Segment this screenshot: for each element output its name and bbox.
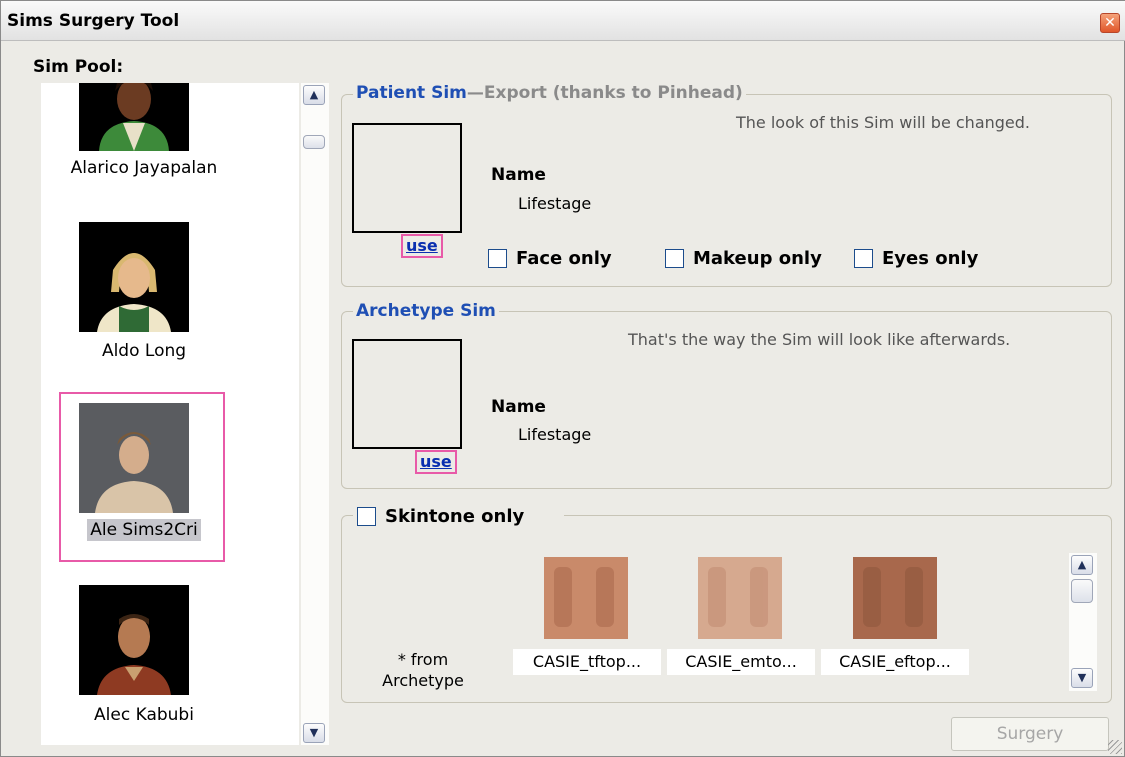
eyes-only-checkbox[interactable]: Eyes only (854, 248, 978, 269)
selected-sim-highlight (59, 392, 225, 562)
patient-sim-legend: Patient Sim—Export (thanks to Pinhead) (353, 83, 746, 103)
title-bar: Sims Surgery Tool ✕ (1, 1, 1125, 41)
from-archetype-label: * from Archetype (382, 650, 464, 690)
archetype-sim-legend: Archetype Sim (353, 301, 499, 321)
makeup-only-checkbox[interactable]: Makeup only (665, 248, 822, 269)
sim-pool-label: Sim Pool: (33, 57, 124, 77)
sim-name: Aldo Long (101, 341, 187, 361)
scroll-thumb[interactable] (303, 135, 325, 149)
archetype-name-label: Name (491, 397, 546, 417)
archetype-photo-frame (352, 339, 462, 449)
patient-photo-frame (352, 123, 462, 233)
archetype-lifestage-label: Lifestage (518, 425, 592, 444)
surgery-tool-window: Sims Surgery Tool ✕ Sim Pool: Alarico Ja… (0, 0, 1125, 757)
skintone-label[interactable]: CASIE_tftop... (513, 649, 661, 675)
patient-lifestage-label: Lifestage (518, 194, 592, 213)
skintone-label[interactable]: CASIE_emto... (667, 649, 815, 675)
sim-portrait (79, 222, 189, 332)
skintone-scrollbar[interactable]: ▲ ▼ (1069, 553, 1097, 691)
surgery-button[interactable]: Surgery (951, 717, 1109, 751)
face-only-checkbox[interactable]: Face only (488, 248, 612, 269)
scroll-down-icon[interactable]: ▼ (303, 723, 325, 743)
skintone-only-checkbox[interactable]: Skintone only (353, 506, 565, 527)
archetype-description: That's the way the Sim will look like af… (628, 330, 1011, 349)
export-link[interactable]: Export (thanks to Pinhead) (484, 83, 743, 103)
patient-name-label: Name (491, 165, 546, 185)
skintone-swatch[interactable] (698, 557, 782, 639)
scroll-up-icon[interactable]: ▲ (303, 85, 325, 105)
window-title: Sims Surgery Tool (7, 11, 180, 31)
skintone-swatch[interactable] (544, 557, 628, 639)
sim-portrait (79, 585, 189, 695)
patient-description: The look of this Sim will be changed. (736, 113, 1030, 132)
patient-use-button[interactable]: use (401, 234, 443, 258)
sim-portrait (79, 83, 189, 151)
skintone-swatch[interactable] (853, 557, 937, 639)
scroll-down-icon[interactable]: ▼ (1071, 668, 1093, 688)
close-icon[interactable]: ✕ (1100, 13, 1120, 33)
resize-grip-icon[interactable] (1108, 740, 1122, 754)
sim-name: Alarico Jayapalan (70, 158, 218, 178)
archetype-use-button[interactable]: use (415, 450, 457, 474)
scroll-thumb[interactable] (1071, 579, 1093, 603)
sim-pool-scrollbar[interactable]: ▲ ▼ (301, 83, 329, 745)
scroll-up-icon[interactable]: ▲ (1071, 555, 1093, 575)
sim-name: Alec Kabubi (94, 705, 194, 725)
skintone-label[interactable]: CASIE_eftop... (821, 649, 969, 675)
